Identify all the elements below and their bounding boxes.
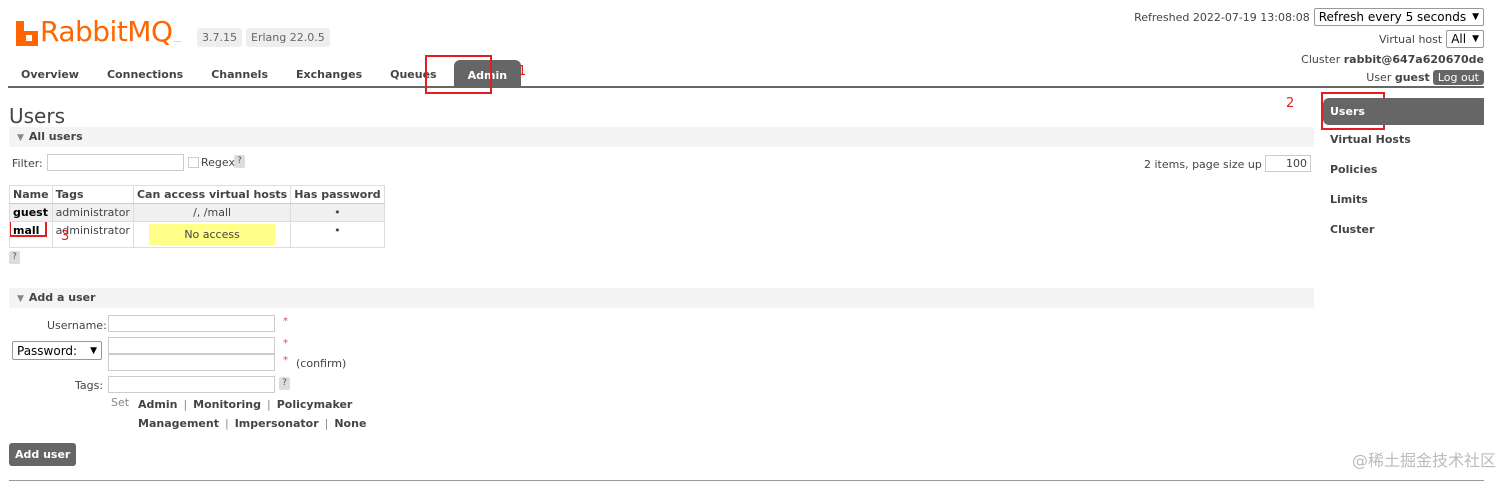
filter-label: Filter: bbox=[12, 157, 43, 170]
logo-dots: ... bbox=[173, 35, 182, 44]
required-mark: * bbox=[283, 338, 288, 349]
collapse-triangle-icon: ▼ bbox=[17, 133, 24, 143]
tag-options-row-1: Admin | Monitoring | Policymaker bbox=[138, 398, 353, 411]
tag-option-admin[interactable]: Admin bbox=[138, 398, 177, 411]
logout-button[interactable]: Log out bbox=[1432, 69, 1484, 85]
required-mark: * bbox=[283, 316, 288, 327]
set-label: Set bbox=[111, 396, 130, 409]
sidebar-item-cluster[interactable]: Cluster bbox=[1323, 215, 1484, 245]
version-badge: 3.7.15 bbox=[197, 28, 242, 47]
refresh-select[interactable]: Refresh every 5 seconds ▼ bbox=[1313, 8, 1484, 26]
annotation-label-2: 2 bbox=[1286, 96, 1295, 111]
vhost-label: Virtual host bbox=[1379, 32, 1443, 46]
has-password-dot: • bbox=[290, 203, 385, 222]
header-status: Refreshed 2022-07-19 13:08:08 Refresh ev… bbox=[1134, 6, 1484, 86]
add-user-button[interactable]: Add user bbox=[9, 443, 77, 466]
all-users-section-header[interactable]: ▼ All users bbox=[9, 127, 1314, 147]
cluster-name: rabbit@647a620670de bbox=[1343, 52, 1484, 66]
column-header-vhosts[interactable]: Can access virtual hosts bbox=[132, 185, 292, 204]
tag-option-monitoring[interactable]: Monitoring bbox=[193, 398, 261, 411]
table-row[interactable]: mall administrator No access • bbox=[9, 221, 385, 248]
tag-option-management[interactable]: Management bbox=[138, 417, 219, 430]
erlang-badge: Erlang 22.0.5 bbox=[246, 28, 330, 47]
chevron-down-icon: ▼ bbox=[1472, 12, 1479, 22]
user-label: User bbox=[1366, 70, 1392, 84]
tags-help-icon[interactable]: ? bbox=[279, 377, 290, 390]
sidebar-item-virtual-hosts[interactable]: Virtual Hosts bbox=[1323, 125, 1484, 155]
regex-help-icon[interactable]: ? bbox=[234, 155, 245, 168]
tab-channels[interactable]: Channels bbox=[198, 60, 283, 88]
collapse-triangle-icon: ▼ bbox=[17, 294, 24, 304]
annotation-label-1: 1 bbox=[518, 64, 527, 79]
user-vhosts: /, /mall bbox=[132, 203, 292, 222]
table-help-icon[interactable]: ? bbox=[9, 251, 20, 264]
column-header-has-password[interactable]: Has password bbox=[290, 185, 385, 204]
username-input[interactable] bbox=[108, 315, 275, 332]
password-type-select[interactable]: Password: ▼ bbox=[12, 341, 102, 360]
username-label: Username: bbox=[47, 319, 107, 332]
regex-label: Regex bbox=[201, 156, 235, 169]
tag-option-impersonator[interactable]: Impersonator bbox=[235, 417, 319, 430]
refreshed-label: Refreshed 2022-07-19 13:08:08 bbox=[1134, 10, 1310, 24]
cluster-label: Cluster bbox=[1301, 52, 1341, 66]
no-access-badge: No access bbox=[149, 224, 275, 245]
sidebar-item-users[interactable]: Users bbox=[1323, 98, 1484, 125]
tags-input[interactable] bbox=[108, 376, 275, 393]
bottom-divider bbox=[9, 480, 1484, 481]
admin-sidebar: Users Virtual Hosts Policies Limits Clus… bbox=[1323, 98, 1484, 245]
add-user-section-header[interactable]: ▼ Add a user bbox=[9, 288, 1314, 308]
filter-input[interactable] bbox=[47, 154, 184, 171]
user-name: guest bbox=[1394, 70, 1430, 84]
password-confirm-input[interactable] bbox=[108, 354, 275, 371]
user-tags: administrator bbox=[51, 221, 134, 248]
page-size-input[interactable]: 100 bbox=[1265, 155, 1311, 172]
chevron-down-icon: ▼ bbox=[90, 345, 97, 356]
column-header-tags[interactable]: Tags bbox=[51, 185, 134, 204]
required-mark: * bbox=[283, 355, 288, 366]
annotation-box-1 bbox=[425, 55, 492, 94]
regex-checkbox[interactable] bbox=[188, 157, 199, 168]
confirm-label: (confirm) bbox=[296, 357, 347, 370]
tab-connections[interactable]: Connections bbox=[94, 60, 198, 88]
chevron-down-icon: ▼ bbox=[1472, 34, 1479, 44]
page-title: Users bbox=[9, 104, 66, 128]
sidebar-item-policies[interactable]: Policies bbox=[1323, 155, 1484, 185]
user-name-link[interactable]: guest bbox=[9, 203, 53, 222]
vhost-select[interactable]: All ▼ bbox=[1446, 30, 1484, 48]
password-input[interactable] bbox=[108, 337, 275, 354]
tab-exchanges[interactable]: Exchanges bbox=[283, 60, 377, 88]
tag-option-none[interactable]: None bbox=[334, 417, 366, 430]
table-row[interactable]: guest administrator /, /mall • bbox=[9, 203, 385, 222]
logo-text: RabbitMQ bbox=[40, 15, 173, 48]
nav-divider bbox=[8, 86, 1484, 88]
column-header-name[interactable]: Name bbox=[9, 185, 53, 204]
has-password-dot: • bbox=[290, 221, 385, 248]
users-table: Name Tags Can access virtual hosts Has p… bbox=[9, 185, 385, 248]
tag-option-policymaker[interactable]: Policymaker bbox=[277, 398, 353, 411]
sidebar-item-limits[interactable]: Limits bbox=[1323, 185, 1484, 215]
user-name-link[interactable]: mall bbox=[9, 221, 53, 248]
rabbitmq-logo: RabbitMQ ... bbox=[16, 14, 181, 46]
rabbit-logo-icon bbox=[16, 21, 38, 46]
tags-label: Tags: bbox=[75, 379, 104, 392]
user-tags: administrator bbox=[51, 203, 134, 222]
tab-overview[interactable]: Overview bbox=[8, 60, 94, 88]
tag-options-row-2: Management | Impersonator | None bbox=[138, 417, 367, 430]
pagination-label: 2 items, page size up to bbox=[1144, 158, 1277, 171]
watermark: @稀土掘金技术社区 bbox=[1351, 451, 1496, 470]
